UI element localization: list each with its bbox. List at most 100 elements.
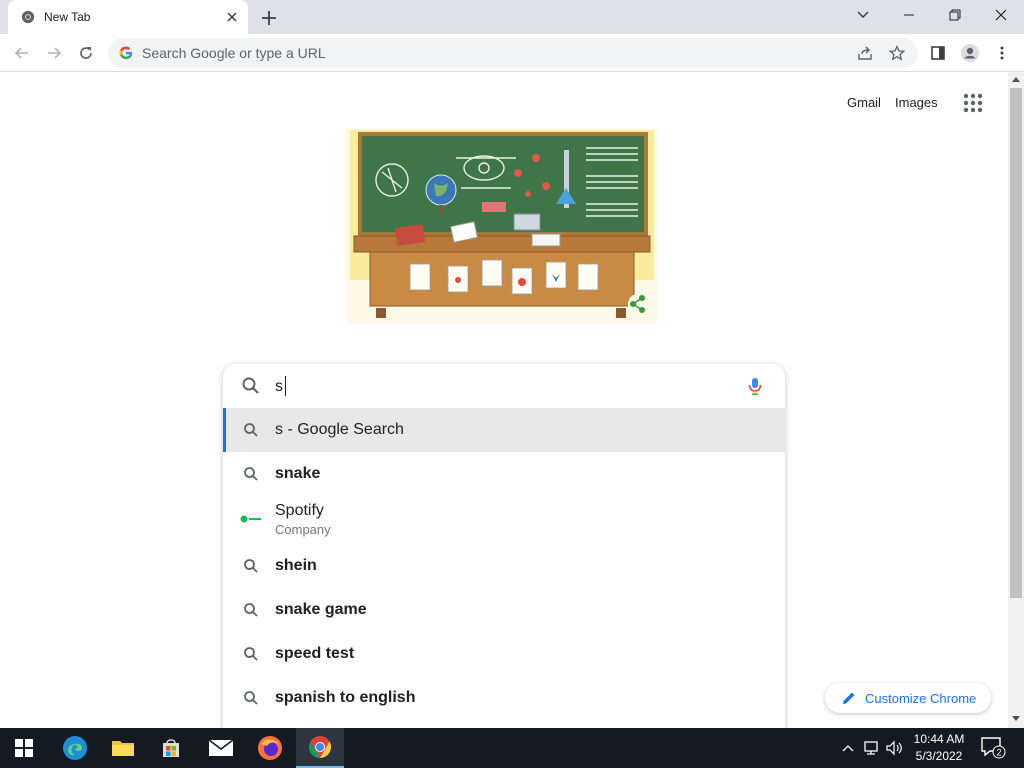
suggestion-item[interactable]: shein xyxy=(223,544,785,588)
avatar-icon xyxy=(961,44,979,62)
suggestion-label: snake xyxy=(275,465,321,482)
start-button[interactable] xyxy=(0,728,48,768)
spotify-logo-icon xyxy=(240,515,261,523)
microphone-icon[interactable] xyxy=(745,376,765,396)
customize-chrome-button[interactable]: Customize Chrome xyxy=(825,683,991,713)
gmail-link[interactable]: Gmail xyxy=(847,95,881,110)
suggestion-label: speed test xyxy=(275,645,355,662)
mail-icon xyxy=(208,739,234,756)
windows-logo-icon xyxy=(15,739,33,757)
chrome-icon xyxy=(21,10,35,24)
suggestion-item[interactable]: s - Google Search xyxy=(223,408,785,452)
chevron-down-icon xyxy=(857,11,869,19)
minimize-button[interactable] xyxy=(886,0,932,30)
search-icon xyxy=(244,603,258,617)
kebab-menu-icon xyxy=(1000,46,1004,60)
suggestion-label: spanish to english xyxy=(275,689,416,706)
chrome-icon xyxy=(309,736,331,758)
suggestion-item[interactable]: Spotify Company xyxy=(223,496,785,544)
speaker-icon xyxy=(886,740,902,756)
tab-strip: New Tab xyxy=(0,0,1024,34)
search-icon xyxy=(244,691,258,705)
system-clock[interactable]: 10:44 AM 5/3/2022 xyxy=(905,731,973,765)
taskbar-chrome[interactable] xyxy=(296,728,344,768)
store-icon xyxy=(163,739,179,757)
chrome-menu-button[interactable] xyxy=(990,41,1014,65)
search-icon xyxy=(244,647,258,661)
notifications-icon[interactable]: 2 xyxy=(980,736,1006,760)
taskbar-store[interactable] xyxy=(147,728,195,768)
suggestion-item[interactable]: snake xyxy=(223,452,785,496)
scroll-down-icon[interactable] xyxy=(1012,716,1020,722)
google-apps-icon[interactable] xyxy=(962,92,984,114)
suggestion-sublabel: Company xyxy=(275,522,331,537)
google-g-icon xyxy=(119,46,133,60)
images-link[interactable]: Images xyxy=(895,95,938,110)
search-icon xyxy=(242,377,259,394)
search-input-row[interactable]: s xyxy=(223,364,785,408)
chevron-up-icon xyxy=(842,745,854,752)
folder-icon xyxy=(112,741,134,756)
windows-taskbar: 10:44 AM 5/3/2022 2 xyxy=(0,728,1024,768)
volume-button[interactable] xyxy=(884,738,904,758)
tab-search-button[interactable] xyxy=(840,0,886,30)
scroll-up-icon[interactable] xyxy=(1012,76,1020,82)
suggestion-item[interactable]: snake game xyxy=(223,588,785,632)
new-tab-page: Gmail Images s s - Google Search snake S… xyxy=(0,72,1024,764)
close-tab-icon[interactable] xyxy=(224,9,240,25)
back-button[interactable] xyxy=(10,41,34,65)
taskbar-firefox[interactable] xyxy=(246,728,294,768)
restore-button[interactable] xyxy=(932,0,978,30)
firefox-icon xyxy=(258,736,282,760)
suggestion-label: shein xyxy=(275,557,317,574)
new-tab-button[interactable] xyxy=(258,7,280,29)
browser-toolbar: Search Google or type a URL xyxy=(0,34,1024,72)
taskbar-mail[interactable] xyxy=(197,728,245,768)
share-icon xyxy=(858,46,872,60)
forward-arrow-icon xyxy=(48,47,62,59)
share-button[interactable] xyxy=(854,42,876,64)
network-icon xyxy=(864,741,878,755)
bookmark-button[interactable] xyxy=(886,42,908,64)
reload-icon xyxy=(80,47,92,59)
google-doodle[interactable] xyxy=(346,128,658,324)
suggestion-label: snake game xyxy=(275,601,367,618)
star-icon xyxy=(889,45,905,61)
suggestion-item[interactable]: spanish to english xyxy=(223,676,785,720)
suggestion-item[interactable]: speed test xyxy=(223,632,785,676)
back-arrow-icon xyxy=(14,47,28,59)
clock-time: 10:44 AM xyxy=(913,732,965,746)
profile-button[interactable] xyxy=(958,41,982,65)
search-input[interactable]: s xyxy=(275,378,283,396)
suggestion-label: s - Google Search xyxy=(275,421,404,438)
tab-title: New Tab xyxy=(44,10,91,24)
omnibox-placeholder: Search Google or type a URL xyxy=(142,45,326,61)
search-icon xyxy=(244,559,258,573)
customize-chrome-label: Customize Chrome xyxy=(865,691,977,706)
taskbar-file-explorer[interactable] xyxy=(99,728,147,768)
scrollbar-thumb[interactable] xyxy=(1010,88,1022,598)
pencil-icon xyxy=(843,692,855,704)
notification-count: 2 xyxy=(996,748,1001,758)
minimize-icon xyxy=(904,14,914,16)
close-icon xyxy=(995,9,1007,21)
network-button[interactable] xyxy=(861,738,881,758)
taskbar-edge[interactable] xyxy=(51,728,99,768)
side-panel-button[interactable] xyxy=(926,41,950,65)
search-box: s s - Google Search snake Spotify Compan xyxy=(223,364,785,764)
reload-button[interactable] xyxy=(74,41,98,65)
suggestion-label: Spotify xyxy=(275,502,324,519)
restore-icon xyxy=(949,9,961,21)
edge-icon xyxy=(63,736,87,760)
text-caret xyxy=(285,376,286,396)
search-icon xyxy=(244,467,258,481)
search-icon xyxy=(244,423,258,437)
show-hidden-icons-button[interactable] xyxy=(838,738,858,758)
side-panel-icon xyxy=(931,46,945,60)
page-scrollbar[interactable] xyxy=(1008,72,1024,728)
clock-date: 5/3/2022 xyxy=(915,749,963,763)
tab-new-tab[interactable]: New Tab xyxy=(8,0,248,34)
close-window-button[interactable] xyxy=(978,0,1024,30)
omnibox[interactable]: Search Google or type a URL xyxy=(108,38,918,68)
forward-button[interactable] xyxy=(42,41,66,65)
